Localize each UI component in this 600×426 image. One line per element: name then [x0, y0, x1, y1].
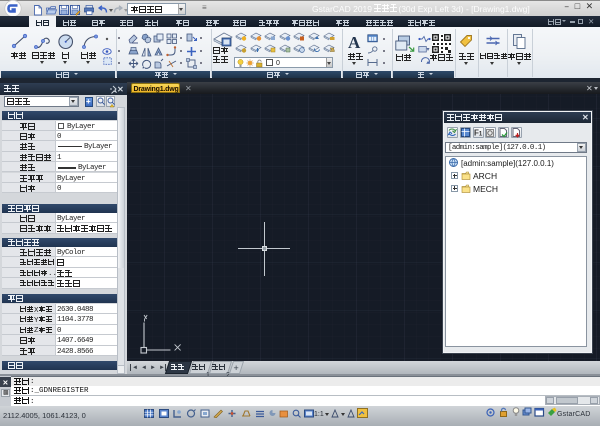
svg-text:F1: F1 — [474, 129, 483, 138]
